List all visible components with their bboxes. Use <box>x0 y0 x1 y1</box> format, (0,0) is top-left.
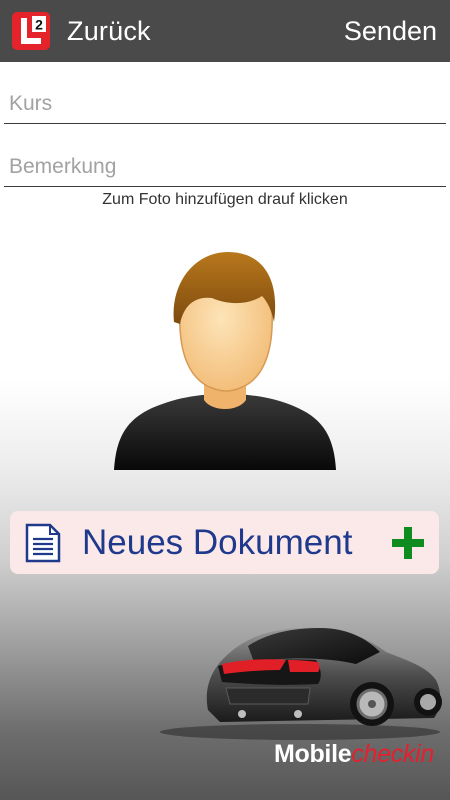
plus-icon <box>392 527 424 559</box>
photo-hint: Zum Foto hinzufügen drauf klicken <box>102 191 348 208</box>
kurs-input[interactable] <box>4 84 446 124</box>
new-document-label: Neues Dokument <box>82 523 353 562</box>
document-icon <box>25 523 61 563</box>
brand-text-checkin: checkin <box>351 740 434 768</box>
logo-text: 2 <box>35 17 43 33</box>
app-bar: 2 Zurück Senden <box>0 0 450 62</box>
l2-logo-icon[interactable]: 2 <box>12 12 50 50</box>
new-document-button[interactable]: Neues Dokument <box>10 511 439 574</box>
back-button[interactable]: Zurück <box>67 16 151 47</box>
brand-text-mobile: Mobile <box>273 740 352 768</box>
brand-logo: Mobilecheckin <box>274 740 434 769</box>
user-avatar-icon[interactable] <box>112 248 338 472</box>
bemerkung-input[interactable] <box>4 147 446 187</box>
car-icon <box>160 627 442 740</box>
send-button[interactable]: Senden <box>344 16 437 47</box>
